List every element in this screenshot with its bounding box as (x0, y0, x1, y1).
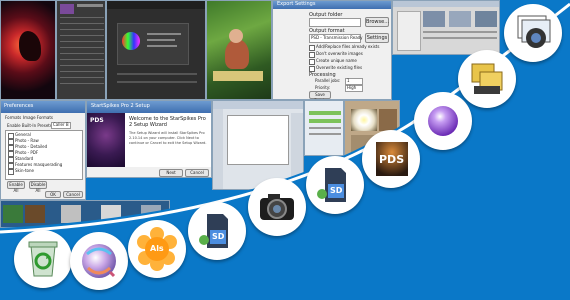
sd-card-icon[interactable]: SD (188, 202, 246, 260)
pds-book-icon[interactable]: PDS (362, 130, 420, 188)
sd-card-icon-2[interactable]: SD (306, 156, 364, 214)
color-wheel-icon[interactable] (70, 232, 128, 290)
recycle-bin-icon[interactable] (14, 230, 72, 288)
photo-stack-icon[interactable] (504, 4, 562, 62)
camera-icon[interactable] (248, 178, 306, 236)
flower-badge-icon[interactable]: Als (128, 220, 186, 278)
